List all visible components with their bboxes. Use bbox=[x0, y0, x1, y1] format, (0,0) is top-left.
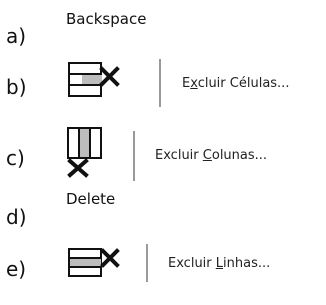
delete-rows-label: Excluir Linhas... bbox=[168, 256, 271, 271]
option-a-letter: a) bbox=[6, 24, 27, 48]
option-b-letter: b) bbox=[6, 75, 27, 99]
separator-b bbox=[159, 59, 161, 107]
separator-e bbox=[146, 244, 148, 282]
option-c-letter: c) bbox=[6, 146, 25, 170]
separator-c bbox=[133, 131, 135, 181]
option-a-text: Backspace bbox=[66, 10, 147, 28]
delete-columns-icon bbox=[67, 127, 102, 178]
option-d-letter: d) bbox=[6, 205, 27, 229]
delete-cells-icon bbox=[68, 62, 120, 97]
delete-columns-label: Excluir Colunas... bbox=[155, 148, 268, 163]
option-d-text: Delete bbox=[66, 190, 116, 208]
delete-cells-label: Excluir Células... bbox=[182, 76, 290, 91]
delete-rows-icon bbox=[68, 248, 120, 277]
option-e-letter: e) bbox=[6, 257, 27, 281]
